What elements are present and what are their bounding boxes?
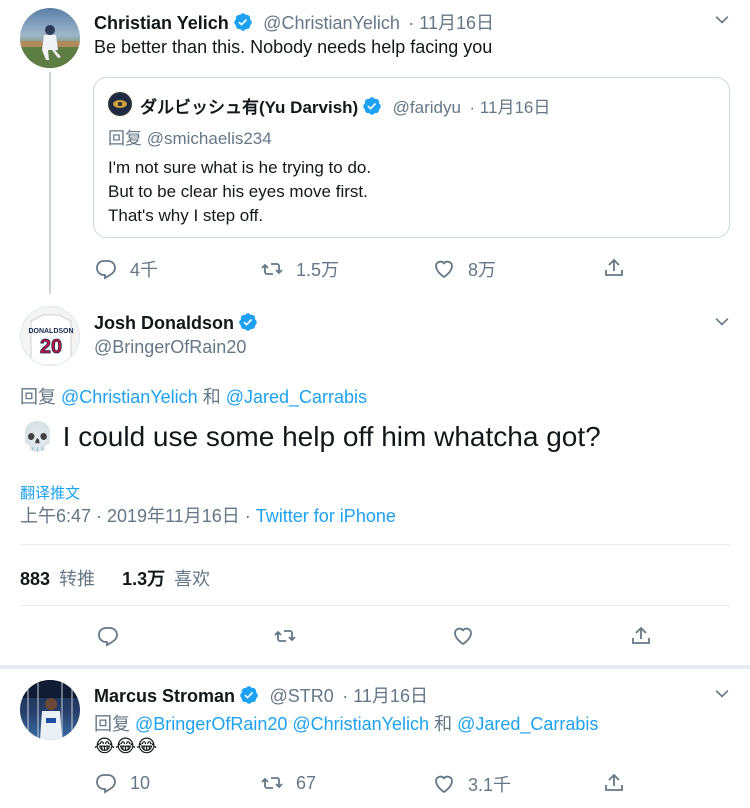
verified-badge-icon — [363, 97, 381, 115]
share-button[interactable] — [602, 771, 626, 795]
section-divider — [0, 665, 750, 669]
quoted-tweet[interactable]: ダルビッシュ有(Yu Darvish) @faridyu · 11月16日 回复… — [93, 77, 730, 238]
reply-button[interactable]: 4千 — [94, 256, 158, 282]
share-button[interactable] — [629, 624, 653, 648]
like-label[interactable]: 喜欢 — [174, 569, 210, 589]
quote-header: ダルビッシュ有(Yu Darvish) @faridyu · 11月16日 — [140, 93, 550, 118]
retweet-button[interactable] — [273, 624, 297, 648]
reply-prefix: 回复 — [20, 387, 56, 407]
verified-badge-icon — [233, 13, 252, 31]
svg-text:20: 20 — [40, 336, 62, 358]
tweet-date[interactable]: · 11月16日 — [408, 13, 494, 33]
heart-icon — [435, 260, 453, 279]
reply-prefix: 回复 — [94, 714, 130, 734]
tweet-text: Be better than this. Nobody needs help f… — [94, 37, 493, 57]
tweet-source-link[interactable]: Twitter for iPhone — [256, 506, 396, 526]
share-button[interactable] — [602, 256, 626, 280]
author-handle[interactable]: @STR0 — [270, 686, 334, 706]
reply-mention-link[interactable]: @ChristianYelich — [292, 714, 429, 734]
author-name[interactable]: Josh Donaldson — [94, 313, 234, 333]
player-photo-image — [20, 680, 80, 740]
quote-author-handle[interactable]: @faridyu — [393, 98, 461, 117]
reply-prefix: 回复 — [108, 129, 142, 148]
share-icon — [605, 773, 623, 791]
svg-text:DONALDSON: DONALDSON — [28, 328, 73, 335]
reply-mention-link[interactable]: @BringerOfRain20 — [135, 714, 287, 734]
chevron-down-icon[interactable] — [712, 684, 732, 704]
quote-text-line: But to be clear his eyes move first. — [108, 182, 368, 201]
verified-badge-icon — [239, 313, 257, 331]
retweet-button[interactable]: 67 — [260, 771, 316, 795]
tweet-header: Marcus Stroman @STR0 · 11月16日 — [94, 682, 428, 708]
author-name[interactable]: Christian Yelich — [94, 13, 229, 33]
author-name[interactable]: Marcus Stroman — [94, 686, 235, 706]
heart-icon — [435, 775, 453, 794]
author-handle[interactable]: @ChristianYelich — [263, 13, 400, 33]
reply-button[interactable]: 10 — [94, 771, 150, 795]
tweet-timestamp[interactable]: 上午6:47 · 2019年11月16日 · — [20, 506, 251, 526]
retweet-label[interactable]: 转推 — [59, 569, 95, 589]
avatar[interactable]: DONALDSON 20 — [20, 306, 80, 366]
divider — [20, 605, 730, 606]
tweet-header: Josh Donaldson — [94, 312, 258, 334]
avatar — [108, 92, 132, 116]
verified-badge-icon — [240, 686, 258, 704]
tweet-timestamp-line: 上午6:47 · 2019年11月16日 · Twitter for iPhon… — [20, 502, 396, 528]
reply-count: 10 — [130, 772, 151, 793]
thread-line — [49, 72, 51, 294]
engagement-stats: 883 转推 1.3万 喜欢 — [20, 565, 210, 591]
quote-text-line: That's why I step off. — [108, 206, 264, 225]
quote-text: I'm not sure what is he trying to do. Bu… — [108, 156, 371, 228]
heart-icon — [454, 627, 472, 646]
chevron-down-icon[interactable] — [712, 312, 732, 332]
reply-icon — [98, 627, 118, 647]
quote-author-name[interactable]: ダルビッシュ有(Yu Darvish) — [140, 98, 358, 117]
retweet-icon — [274, 630, 296, 642]
share-icon — [632, 626, 650, 644]
retweet-count: 67 — [296, 772, 317, 793]
retweet-total[interactable]: 883 — [20, 569, 50, 589]
reply-mention-link[interactable]: @Jared_Carrabis — [457, 714, 598, 734]
like-total[interactable]: 1.3万 — [122, 569, 165, 589]
author-handle[interactable]: @BringerOfRain20 — [94, 337, 246, 358]
reply-button[interactable] — [96, 624, 120, 648]
reply-mention-link[interactable]: @ChristianYelich — [61, 387, 198, 407]
retweet-icon — [261, 777, 283, 789]
team-logo-icon — [110, 94, 130, 114]
reply-mention-link[interactable]: @Jared_Carrabis — [226, 387, 367, 407]
like-button[interactable] — [451, 624, 475, 648]
reply-context: 回复 @BringerOfRain20 @ChristianYelich 和 @… — [94, 710, 598, 736]
quote-date: · 11月16日 — [469, 98, 551, 117]
quote-reply-line: 回复 @smichaelis234 — [108, 124, 272, 149]
tweet-text: 💀 I could use some help off him whatcha … — [20, 420, 601, 453]
avatar[interactable] — [20, 8, 80, 68]
tweet-text-body: I could use some help off him whatcha go… — [62, 421, 601, 452]
like-count: 3.1千 — [468, 775, 512, 795]
tweet-date[interactable]: · 11月16日 — [342, 686, 428, 706]
retweet-count: 1.5万 — [296, 260, 340, 280]
share-icon — [605, 258, 623, 276]
retweet-icon — [261, 263, 283, 275]
reply-icon — [96, 260, 116, 280]
tweet-text: 😂😂😂 — [94, 736, 158, 756]
chevron-down-icon[interactable] — [712, 10, 732, 30]
avatar[interactable] — [20, 680, 80, 740]
reply-and: 和 — [434, 714, 453, 734]
translate-tweet-link[interactable]: 翻译推文 — [20, 482, 80, 503]
quote-text-line: I'm not sure what is he trying to do. — [108, 158, 372, 177]
like-count: 8万 — [468, 260, 497, 280]
divider — [20, 544, 730, 545]
reply-mention: @smichaelis234 — [146, 129, 272, 148]
like-button[interactable]: 8万 — [432, 256, 496, 282]
jersey-image: DONALDSON 20 — [28, 314, 74, 365]
tweet-header: Christian Yelich @ChristianYelich · 11月1… — [94, 9, 494, 35]
reply-count: 4千 — [130, 260, 159, 280]
reply-and: 和 — [202, 387, 221, 407]
reply-icon — [96, 774, 116, 794]
reply-context: 回复 @ChristianYelich 和 @Jared_Carrabis — [20, 383, 367, 409]
baseball-player-image — [20, 25, 80, 68]
retweet-button[interactable]: 1.5万 — [260, 256, 339, 282]
skull-emoji: 💀 — [20, 421, 55, 452]
like-button[interactable]: 3.1千 — [432, 771, 511, 797]
